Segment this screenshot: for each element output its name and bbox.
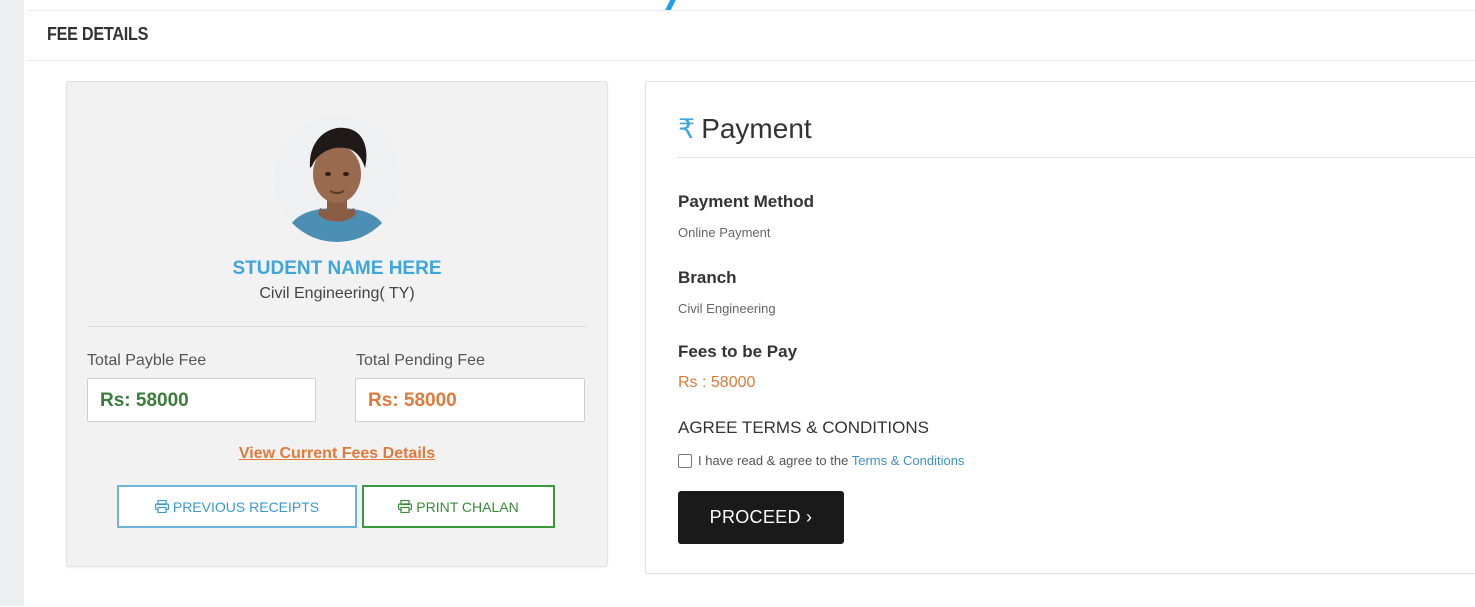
printer-icon — [398, 500, 413, 513]
branch-value: Civil Engineering — [678, 301, 776, 316]
student-card: STUDENT NAME HERE Civil Engineering( TY)… — [66, 81, 608, 567]
view-current-fees-link[interactable]: View Current Fees Details — [67, 445, 607, 463]
fees-to-pay-label: Fees to be Pay — [678, 342, 798, 361]
payment-method-value: Online Payment — [678, 225, 771, 240]
terms-heading: AGREE TERMS & CONDITIONS — [678, 418, 929, 437]
terms-agree-text: I have read & agree to the — [698, 453, 849, 468]
total-payable-box: Rs: 58000 — [87, 378, 316, 422]
terms-link[interactable]: Terms & Conditions — [852, 453, 965, 468]
total-payable-label: Total Payble Fee — [87, 352, 207, 369]
payment-card: ₹ Payment Payment Method Online Payment … — [645, 81, 1475, 574]
payment-method-label: Payment Method — [678, 192, 815, 211]
left-rail — [0, 0, 24, 606]
student-name: STUDENT NAME HERE — [232, 258, 442, 279]
print-chalan-button[interactable]: PRINT CHALAN — [362, 485, 555, 528]
payment-title: ₹ Payment — [678, 113, 812, 145]
total-pending-value: Rs: 58000 — [368, 390, 457, 411]
total-pending-box: Rs: 58000 — [355, 378, 585, 422]
card-divider — [87, 326, 587, 327]
print-chalan-label: PRINT CHALAN — [416, 498, 519, 515]
panel-header: FEE DETAILS — [28, 11, 1475, 61]
proceed-label: PROCEED › — [709, 507, 813, 527]
previous-receipts-button[interactable]: PREVIOUS RECEIPTS — [117, 485, 357, 528]
terms-checkbox[interactable] — [678, 453, 692, 468]
student-branch: Civil Engineering( TY) — [259, 285, 415, 302]
rupee-icon: ₹ — [678, 113, 696, 144]
terms-row: I have read & agree to the Terms & Condi… — [678, 453, 964, 468]
proceed-button[interactable]: PROCEED › — [678, 491, 844, 544]
branch-label: Branch — [678, 268, 737, 287]
payment-title-text: Payment — [701, 113, 812, 144]
fees-to-pay-value: Rs : 58000 — [678, 374, 756, 391]
view-current-fees-text[interactable]: View Current Fees Details — [239, 445, 435, 462]
student-avatar — [274, 116, 400, 242]
total-payable-value: Rs: 58000 — [100, 390, 189, 411]
total-pending-label: Total Pending Fee — [356, 352, 485, 369]
panel-title: FEE DETAILS — [47, 24, 149, 44]
previous-receipts-label: PREVIOUS RECEIPTS — [172, 498, 320, 515]
printer-icon — [154, 500, 169, 513]
payment-divider — [678, 157, 1475, 158]
terms-text: I have read & agree to the Terms & Condi… — [698, 453, 964, 468]
